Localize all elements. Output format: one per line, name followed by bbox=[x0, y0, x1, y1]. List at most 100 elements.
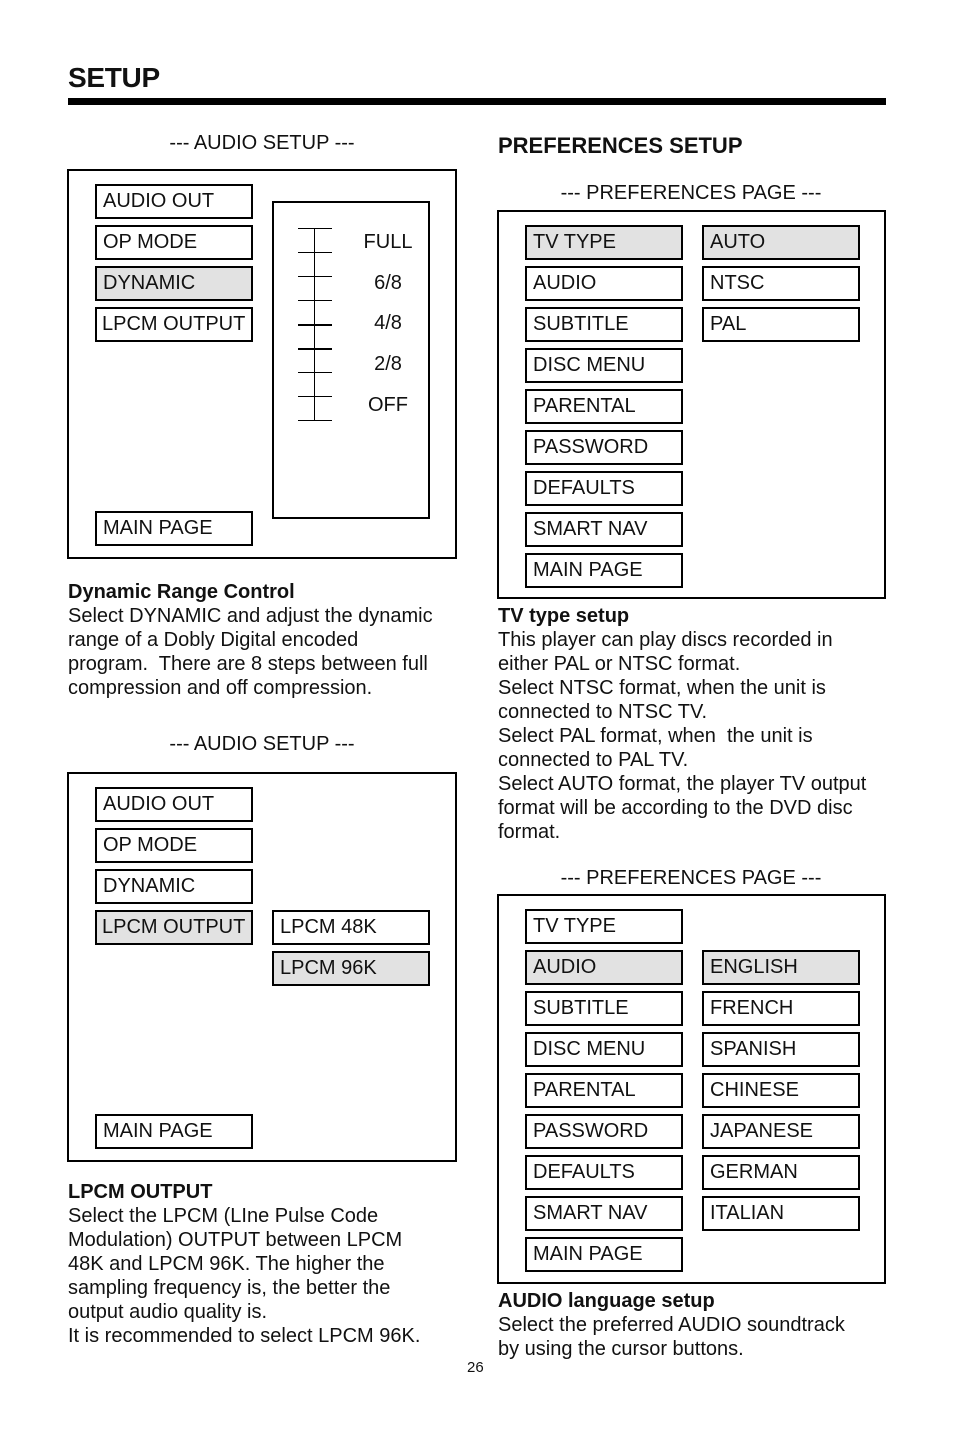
option-spanish[interactable]: SPANISH bbox=[702, 1032, 860, 1067]
menu-item-defaults[interactable]: DEFAULTS bbox=[525, 1155, 683, 1190]
menu-item-smart-nav[interactable]: SMART NAV bbox=[525, 512, 683, 547]
option-lpcm-48k[interactable]: LPCM 48K bbox=[272, 910, 430, 945]
title-rule bbox=[68, 98, 886, 105]
text-line: Select the LPCM (LIne Pulse Code bbox=[68, 1205, 379, 1227]
menu-item-password[interactable]: PASSWORD bbox=[525, 1114, 683, 1149]
audio-setup-caption-2: --- AUDIO SETUP --- bbox=[169, 733, 355, 755]
menu-item-smart-nav[interactable]: SMART NAV bbox=[525, 1196, 683, 1231]
lpcm-output-text: Select the LPCM (LIne Pulse Code Modulati… bbox=[68, 1204, 468, 1348]
option-french[interactable]: FRENCH bbox=[702, 991, 860, 1026]
menu-item-main-page[interactable]: MAIN PAGE bbox=[525, 1237, 683, 1272]
lpcm-output-heading: LPCM OUTPUT bbox=[68, 1181, 213, 1203]
menu-item-main-page[interactable]: MAIN PAGE bbox=[95, 1114, 253, 1149]
slider-label-4-8: 4/8 bbox=[374, 312, 402, 334]
text-line: connected to NTSC TV. bbox=[498, 701, 708, 723]
option-german[interactable]: GERMAN bbox=[702, 1155, 860, 1190]
preferences-page-caption: --- PREFERENCES PAGE --- bbox=[560, 182, 822, 204]
slider-label-off: OFF bbox=[368, 394, 408, 416]
slider-tick bbox=[298, 324, 332, 326]
menu-item-disc-menu[interactable]: DISC MENU bbox=[525, 348, 683, 383]
audio-language-text: Select the preferred AUDIO soundtrack by … bbox=[498, 1313, 898, 1361]
menu-item-disc-menu[interactable]: DISC MENU bbox=[525, 1032, 683, 1067]
text-line: program. There are 8 steps between full bbox=[68, 653, 428, 675]
menu-item-subtitle[interactable]: SUBTITLE bbox=[525, 307, 683, 342]
menu-item-dynamic[interactable]: DYNAMIC bbox=[95, 266, 253, 301]
menu-item-audio[interactable]: AUDIO bbox=[525, 266, 683, 301]
menu-item-lpcm-output[interactable]: LPCM OUTPUT bbox=[95, 307, 253, 342]
menu-item-defaults[interactable]: DEFAULTS bbox=[525, 471, 683, 506]
dynamic-range-description: Dynamic Range Control Select DYNAMIC and… bbox=[68, 580, 468, 700]
option-english[interactable]: ENGLISH bbox=[702, 950, 860, 985]
menu-item-op-mode[interactable]: OP MODE bbox=[95, 828, 253, 863]
option-chinese[interactable]: CHINESE bbox=[702, 1073, 860, 1108]
slider-label-6-8: 6/8 bbox=[374, 272, 402, 294]
text-line: compression and off compression. bbox=[68, 677, 373, 699]
option-pal[interactable]: PAL bbox=[702, 307, 860, 342]
menu-item-parental[interactable]: PARENTAL bbox=[525, 389, 683, 424]
tv-type-description: TV type setup This player can play discs… bbox=[498, 604, 898, 844]
menu-item-lpcm-output[interactable]: LPCM OUTPUT bbox=[95, 910, 253, 945]
preferences-page-caption-2: --- PREFERENCES PAGE --- bbox=[560, 867, 822, 889]
text-line: output audio quality is. bbox=[68, 1301, 268, 1323]
text-line: sampling frequency is, the better the bbox=[68, 1277, 391, 1299]
preferences-panel-tv-type: TV TYPE AUDIO SUBTITLE DISC MENU PARENTAL PAS… bbox=[497, 210, 886, 599]
menu-item-dynamic[interactable]: DYNAMIC bbox=[95, 869, 253, 904]
text-line: Select DYNAMIC and adjust the dynamic bbox=[68, 605, 433, 627]
text-line: Select NTSC format, when the unit is bbox=[498, 677, 826, 699]
menu-item-op-mode[interactable]: OP MODE bbox=[95, 225, 253, 260]
dynamic-range-slider[interactable]: FULL 6/8 4/8 2/8 OFF bbox=[272, 201, 430, 519]
slider-tick bbox=[298, 372, 332, 373]
text-line: range of a Dobly Digital encoded bbox=[68, 629, 359, 651]
page-number: 26 bbox=[467, 1359, 484, 1376]
menu-item-main-page[interactable]: MAIN PAGE bbox=[95, 511, 253, 546]
option-italian[interactable]: ITALIAN bbox=[702, 1196, 860, 1231]
slider-tick bbox=[298, 276, 332, 277]
text-line: 48K and LPCM 96K. The higher the bbox=[68, 1253, 385, 1275]
menu-item-tv-type[interactable]: TV TYPE bbox=[525, 909, 683, 944]
option-auto[interactable]: AUTO bbox=[702, 225, 860, 260]
menu-item-subtitle[interactable]: SUBTITLE bbox=[525, 991, 683, 1026]
preferences-panel-audio: TV TYPE AUDIO SUBTITLE DISC MENU PARENTAL PAS… bbox=[497, 894, 886, 1284]
option-japanese[interactable]: JAPANESE bbox=[702, 1114, 860, 1149]
text-line: format will be according to the DVD disc bbox=[498, 797, 853, 819]
tv-type-text: This player can play discs recorded in ei… bbox=[498, 628, 898, 844]
slider-tick bbox=[298, 348, 332, 350]
text-line: Select PAL format, when the unit is bbox=[498, 725, 813, 747]
menu-item-parental[interactable]: PARENTAL bbox=[525, 1073, 683, 1108]
audio-setup-caption: --- AUDIO SETUP --- bbox=[169, 132, 355, 154]
menu-item-tv-type[interactable]: TV TYPE bbox=[525, 225, 683, 260]
audio-setup-panel-dynamic: AUDIO OUT OP MODE DYNAMIC LPCM OUTPUT MA… bbox=[67, 169, 457, 559]
dynamic-range-text: Select DYNAMIC and adjust the dynamic ran… bbox=[68, 604, 468, 700]
text-line: either PAL or NTSC format. bbox=[498, 653, 741, 675]
slider-tick bbox=[298, 396, 332, 397]
page-title: SETUP bbox=[68, 62, 160, 93]
text-line: Modulation) OUTPUT between LPCM bbox=[68, 1229, 403, 1251]
slider-tick bbox=[298, 420, 332, 421]
dynamic-range-heading: Dynamic Range Control bbox=[68, 581, 295, 603]
text-line: Select AUTO format, the player TV output bbox=[498, 773, 867, 795]
audio-setup-panel-lpcm: AUDIO OUT OP MODE DYNAMIC LPCM OUTPUT LP… bbox=[67, 772, 457, 1162]
text-line: This player can play discs recorded in bbox=[498, 629, 833, 651]
menu-item-audio-out[interactable]: AUDIO OUT bbox=[95, 184, 253, 219]
lpcm-output-description: LPCM OUTPUT Select the LPCM (LIne Pulse … bbox=[68, 1180, 468, 1348]
menu-item-audio[interactable]: AUDIO bbox=[525, 950, 683, 985]
audio-language-heading: AUDIO language setup bbox=[498, 1290, 715, 1312]
menu-item-password[interactable]: PASSWORD bbox=[525, 430, 683, 465]
slider-label-full: FULL bbox=[363, 231, 413, 253]
slider-tick bbox=[298, 228, 332, 229]
menu-item-audio-out[interactable]: AUDIO OUT bbox=[95, 787, 253, 822]
text-line: connected to PAL TV. bbox=[498, 749, 689, 771]
tv-type-heading: TV type setup bbox=[498, 605, 630, 627]
text-line: format. bbox=[498, 821, 561, 843]
option-ntsc[interactable]: NTSC bbox=[702, 266, 860, 301]
preferences-heading: PREFERENCES SETUP bbox=[498, 133, 743, 158]
menu-item-main-page[interactable]: MAIN PAGE bbox=[525, 553, 683, 588]
option-lpcm-96k[interactable]: LPCM 96K bbox=[272, 951, 430, 986]
slider-tick bbox=[298, 252, 332, 253]
text-line: It is recommended to select LPCM 96K. bbox=[68, 1325, 421, 1347]
text-line: by using the cursor buttons. bbox=[498, 1338, 744, 1360]
slider-label-2-8: 2/8 bbox=[374, 353, 402, 375]
slider-tick bbox=[298, 300, 332, 301]
audio-language-description: AUDIO language setup Select the preferre… bbox=[498, 1289, 898, 1361]
text-line: Select the preferred AUDIO soundtrack bbox=[498, 1314, 845, 1336]
